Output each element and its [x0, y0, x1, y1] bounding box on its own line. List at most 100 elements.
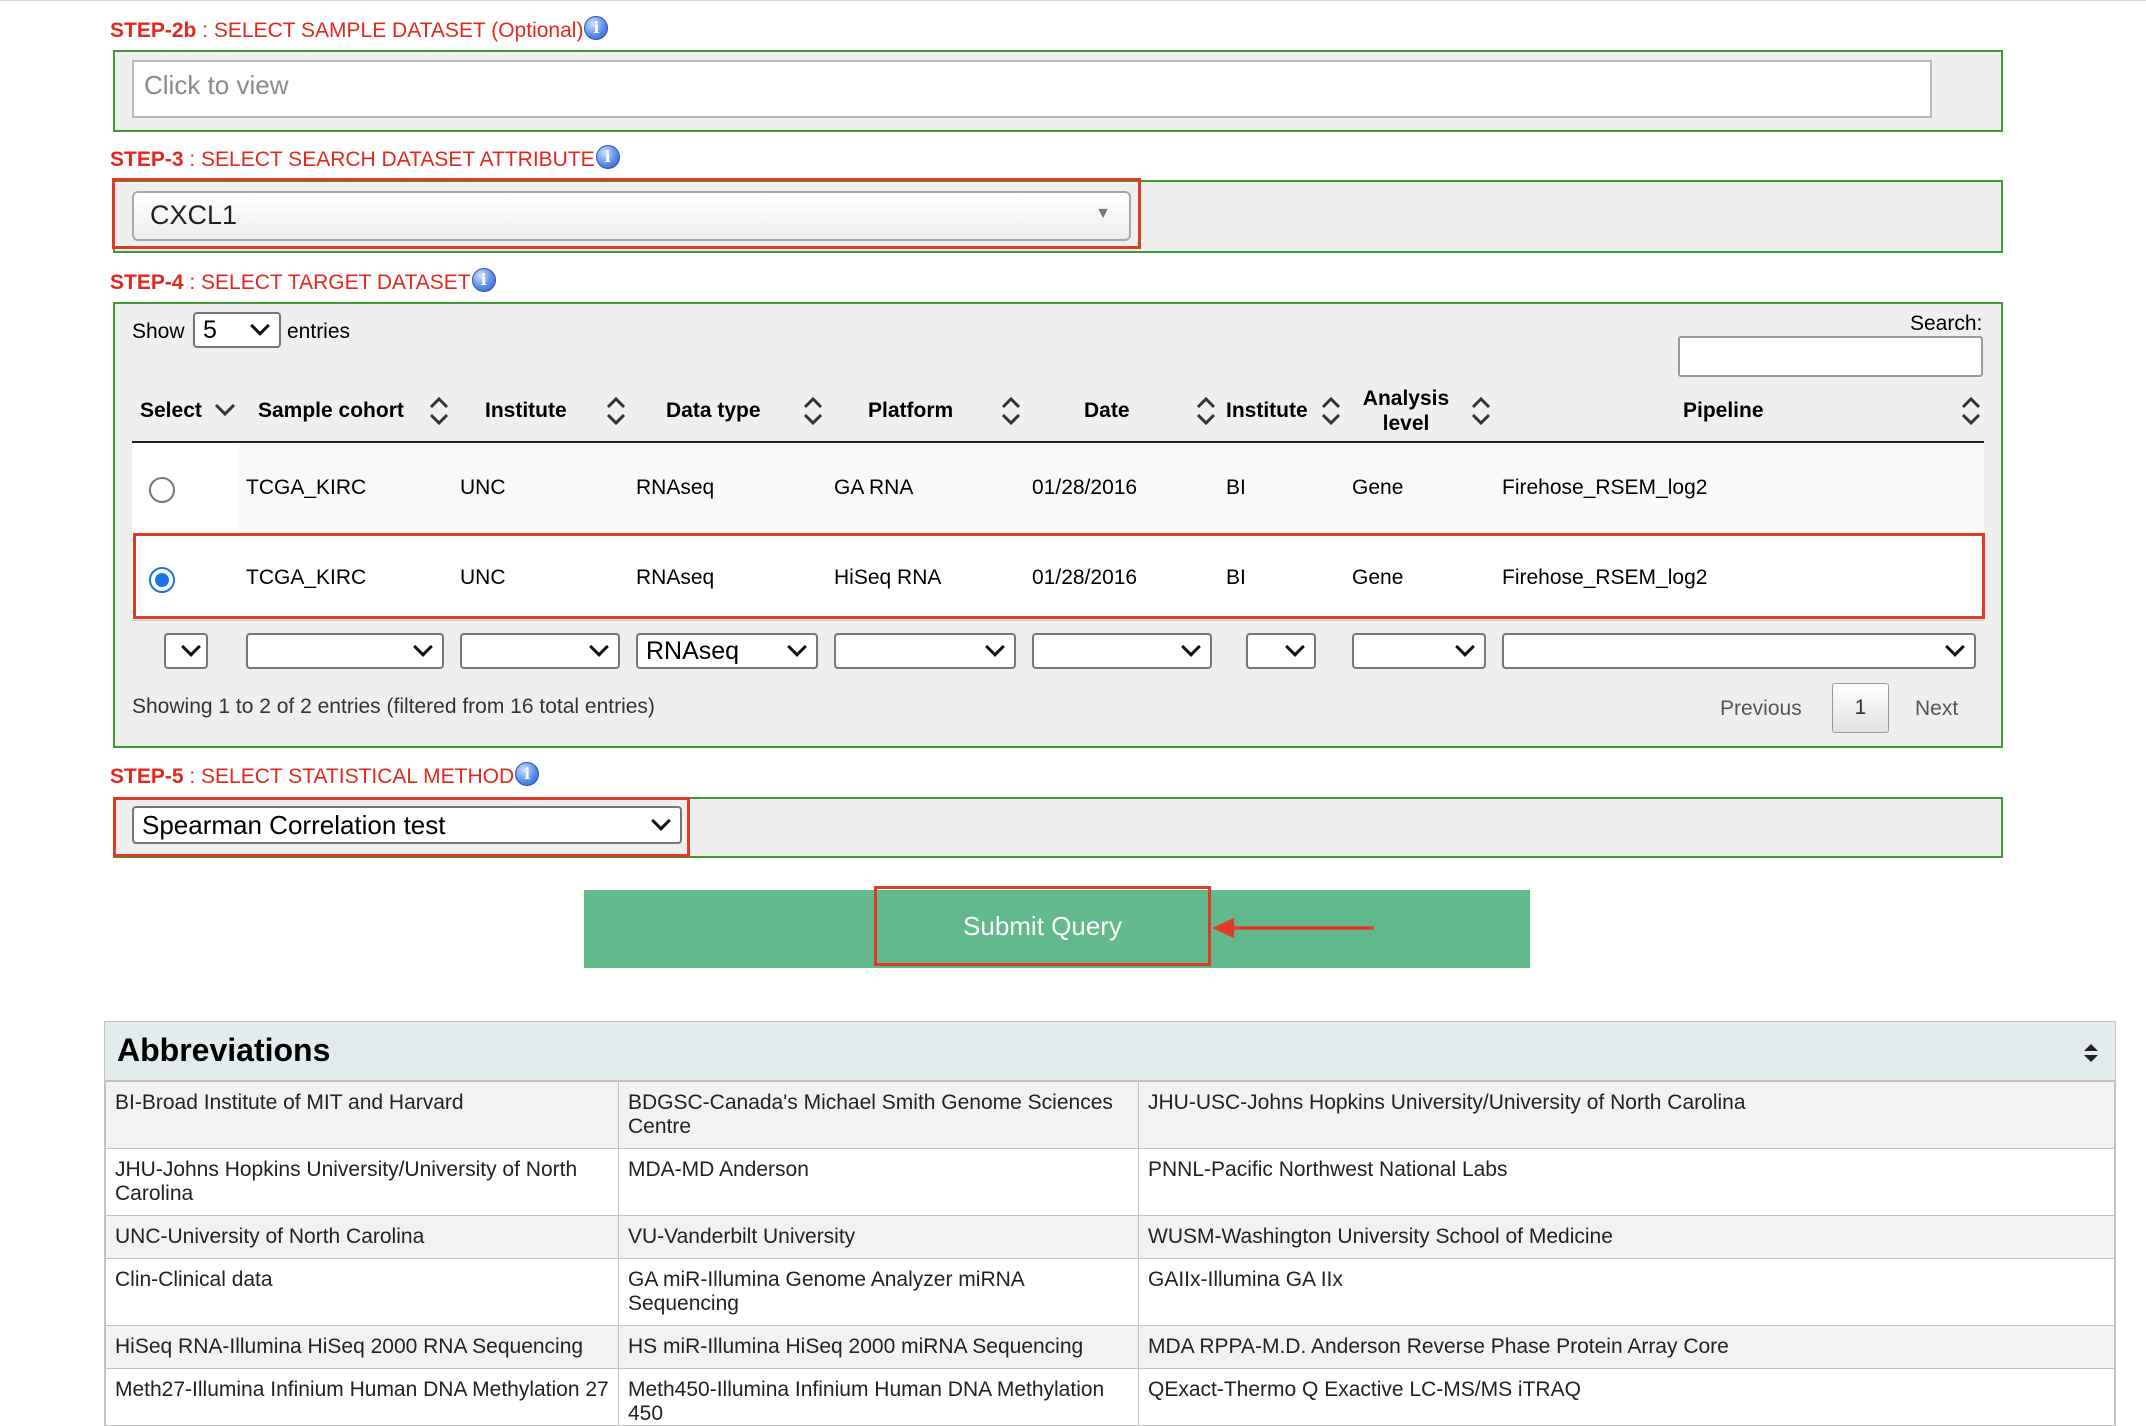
previous-page-button[interactable]: Previous	[1720, 697, 1802, 721]
table-cell: MDA-MD Anderson	[618, 1148, 1139, 1216]
step-3-label: STEP-3 : SELECT SEARCH DATASET ATTRIBUTE…	[110, 145, 620, 172]
table-cell: MDA RPPA-M.D. Anderson Reverse Phase Pro…	[1138, 1325, 2115, 1369]
chevron-down-icon	[250, 316, 270, 336]
table-row: Clin-Clinical data GA miR-Illumina Genom…	[105, 1258, 2115, 1326]
table-cell: Meth450-Illumina Infinium Human DNA Meth…	[618, 1368, 1139, 1425]
filter-platform[interactable]	[834, 633, 1016, 669]
col-header-analysis-level[interactable]: Analysis level	[1356, 386, 1456, 436]
chevron-down-icon	[1285, 637, 1305, 657]
arrow-annotation	[1212, 918, 1374, 938]
cell-analysis-level: Gene	[1352, 476, 1404, 499]
sort-toggle-icon[interactable]	[2081, 1043, 2101, 1063]
show-entries-label: Show	[132, 320, 185, 343]
sort-icon[interactable]	[1468, 393, 1494, 429]
table-row: JHU-Johns Hopkins University/University …	[105, 1148, 2115, 1216]
highlight-box	[133, 533, 1985, 619]
table-cell: GA miR-Illumina Genome Analyzer miRNA Se…	[618, 1258, 1139, 1326]
abbreviations-table: BI-Broad Institute of MIT and Harvard BD…	[105, 1081, 2115, 1425]
cell-sample-cohort: TCGA_KIRC	[246, 476, 367, 499]
chevron-down-icon	[1945, 637, 1965, 657]
info-icon[interactable]: i	[595, 145, 620, 169]
table-cell: UNC-University of North Carolina	[105, 1215, 619, 1259]
top-divider	[0, 0, 2146, 1]
submit-query-button[interactable]: Submit Query	[874, 886, 1211, 966]
filter-institute[interactable]	[460, 633, 620, 669]
col-header-institute[interactable]: Institute	[485, 398, 567, 423]
filter-pipeline[interactable]	[1502, 633, 1976, 669]
row-radio-button[interactable]	[149, 477, 175, 503]
col-header-institute-2[interactable]: Institute	[1226, 398, 1308, 423]
step-4-label: STEP-4 : SELECT TARGET DATASET i	[110, 268, 496, 295]
cell-platform: GA RNA	[834, 476, 914, 499]
sample-dataset-input[interactable]: Click to view	[132, 60, 1932, 118]
table-cell: Meth27-Illumina Infinium Human DNA Methy…	[105, 1368, 619, 1425]
highlight-box	[112, 178, 1141, 249]
abbreviations-title: Abbreviations	[117, 1032, 331, 1068]
col-header-date[interactable]: Date	[1084, 398, 1130, 423]
table-cell: VU-Vanderbilt University	[618, 1215, 1139, 1259]
col-header-pipeline[interactable]: Pipeline	[1683, 398, 1764, 423]
sort-icon[interactable]	[603, 393, 629, 429]
entries-label: entries	[287, 320, 351, 343]
chevron-down-icon	[1455, 637, 1475, 657]
step-2b-label: STEP-2b : SELECT SAMPLE DATASET (Optiona…	[110, 16, 609, 43]
table-footer-divider	[132, 620, 1984, 621]
abbreviations-panel: Abbreviations BI-Broad Institute of MIT …	[104, 1021, 2116, 1426]
col-header-platform[interactable]: Platform	[868, 398, 953, 423]
chevron-down-icon	[589, 637, 609, 657]
abbreviations-header[interactable]: Abbreviations	[105, 1022, 2115, 1081]
filter-analysis-level[interactable]	[1352, 633, 1486, 669]
cell-institute: UNC	[460, 476, 506, 499]
table-cell: BI-Broad Institute of MIT and Harvard	[105, 1081, 619, 1149]
table-cell: QExact-Thermo Q Exactive LC-MS/MS iTRAQ	[1138, 1368, 2115, 1425]
table-cell: Clin-Clinical data	[105, 1258, 619, 1326]
info-icon[interactable]: i	[471, 268, 496, 292]
next-page-button[interactable]: Next	[1915, 697, 1958, 721]
table-row: HiSeq RNA-Illumina HiSeq 2000 RNA Sequen…	[105, 1325, 2115, 1369]
table-cell: HiSeq RNA-Illumina HiSeq 2000 RNA Sequen…	[105, 1325, 619, 1369]
step-5-label: STEP-5 : SELECT STATISTICAL METHOD i	[110, 762, 540, 789]
cell-institute-2: BI	[1226, 476, 1246, 499]
table-cell: JHU-Johns Hopkins University/University …	[105, 1148, 619, 1216]
filter-select[interactable]	[164, 633, 208, 669]
sort-icon[interactable]	[800, 393, 826, 429]
filter-sample-cohort[interactable]	[246, 633, 444, 669]
sort-icon[interactable]	[998, 393, 1024, 429]
chevron-down-icon	[413, 637, 433, 657]
entries-select[interactable]: 5	[193, 312, 281, 348]
sort-icon[interactable]	[1958, 393, 1984, 429]
chevron-down-icon	[985, 637, 1005, 657]
sort-icon[interactable]	[1193, 393, 1219, 429]
table-cell: PNNL-Pacific Northwest National Labs	[1138, 1148, 2115, 1216]
cell-data-type: RNAseq	[636, 476, 715, 499]
table-info-text: Showing 1 to 2 of 2 entries (filtered fr…	[132, 695, 655, 718]
cell-date: 01/28/2016	[1032, 476, 1138, 499]
filter-data-type[interactable]: RNAseq	[636, 633, 818, 669]
filter-institute-2[interactable]	[1246, 633, 1316, 669]
chevron-down-icon	[1181, 637, 1201, 657]
table-cell: BDGSC-Canada's Michael Smith Genome Scie…	[618, 1081, 1139, 1149]
chevron-down-icon[interactable]	[212, 399, 238, 421]
info-icon[interactable]: i	[584, 16, 609, 40]
search-label: Search:	[1910, 312, 1983, 335]
table-cell: WUSM-Washington University School of Med…	[1138, 1215, 2115, 1259]
table-search-input[interactable]	[1678, 336, 1983, 377]
col-header-select[interactable]: Select	[140, 398, 202, 423]
info-icon[interactable]: i	[515, 762, 540, 786]
table-row: Meth27-Illumina Infinium Human DNA Methy…	[105, 1368, 2115, 1425]
chevron-down-icon	[181, 637, 201, 657]
table-row: UNC-University of North Carolina VU-Vand…	[105, 1215, 2115, 1259]
col-header-sample-cohort[interactable]: Sample cohort	[258, 398, 404, 423]
cell-pipeline: Firehose_RSEM_log2	[1502, 476, 1708, 499]
chevron-down-icon	[787, 637, 807, 657]
table-cell: HS miR-Illumina HiSeq 2000 miRNA Sequenc…	[618, 1325, 1139, 1369]
col-header-data-type[interactable]: Data type	[666, 398, 761, 423]
table-cell: JHU-USC-Johns Hopkins University/Univers…	[1138, 1081, 2115, 1149]
page-1-button[interactable]: 1	[1832, 683, 1889, 733]
highlight-box	[113, 797, 690, 857]
sort-icon[interactable]	[426, 393, 452, 429]
filter-date[interactable]	[1032, 633, 1212, 669]
table-row: BI-Broad Institute of MIT and Harvard BD…	[105, 1081, 2115, 1149]
table-cell: GAIIx-Illumina GA IIx	[1138, 1258, 2115, 1326]
sort-icon[interactable]	[1318, 393, 1344, 429]
